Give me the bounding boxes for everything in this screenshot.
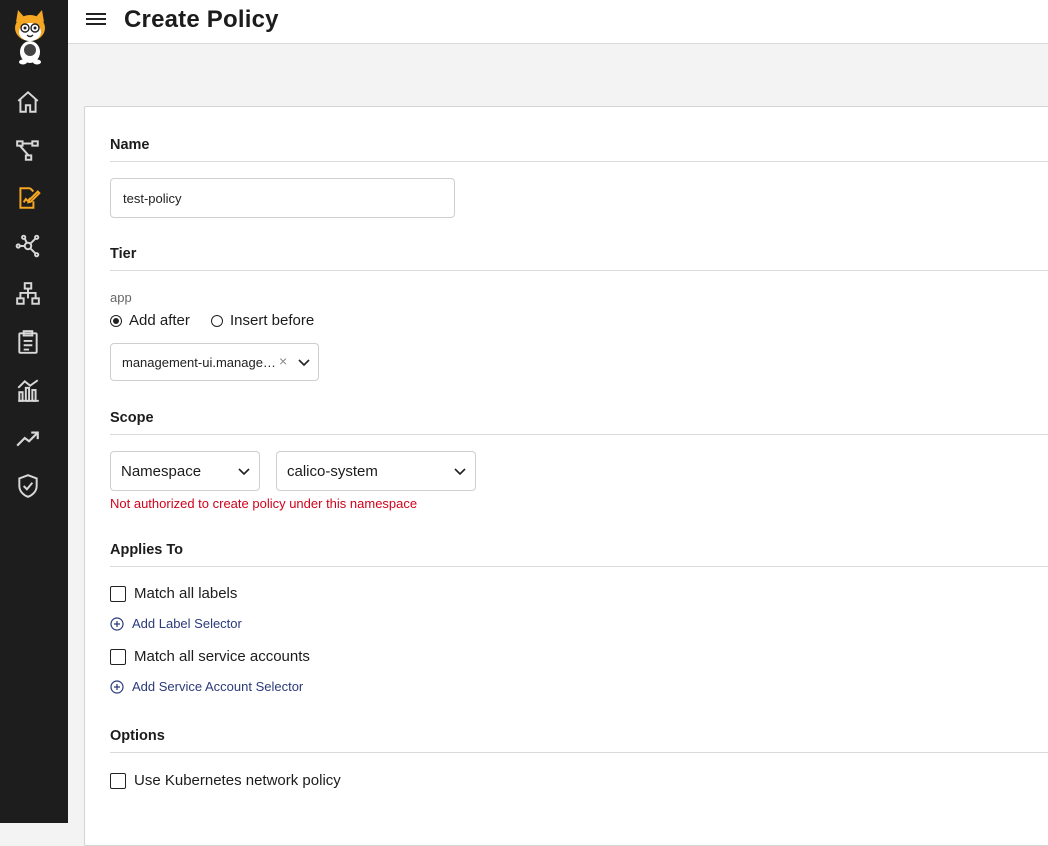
checkbox-icon[interactable]: [110, 648, 126, 665]
options-section-title: Options: [110, 728, 165, 744]
topology-icon[interactable]: [14, 136, 42, 164]
add-after-label: Add after: [129, 312, 190, 329]
network-graph-icon[interactable]: [14, 232, 42, 260]
chevron-down-icon[interactable]: [453, 464, 467, 478]
add-service-account-selector-link[interactable]: Add Service Account Selector: [110, 679, 303, 694]
add-label-selector-label: Add Label Selector: [132, 616, 242, 631]
scope-type-select[interactable]: Namespace: [110, 451, 260, 491]
page-title: Create Policy: [124, 6, 279, 33]
clipboard-icon[interactable]: [14, 328, 42, 356]
home-icon[interactable]: [14, 88, 42, 116]
chevron-down-icon[interactable]: [297, 355, 311, 369]
clear-icon[interactable]: ×: [279, 353, 287, 369]
trend-up-icon[interactable]: [14, 424, 42, 452]
divider: [110, 270, 1048, 271]
add-after-radio[interactable]: Add after: [110, 312, 190, 329]
radio-unchecked-icon[interactable]: [211, 314, 223, 327]
add-label-selector-link[interactable]: Add Label Selector: [110, 616, 242, 631]
sidebar: [0, 0, 68, 823]
policy-edit-icon[interactable]: [14, 184, 42, 212]
chevron-down-icon[interactable]: [237, 464, 251, 478]
bar-chart-icon[interactable]: [14, 376, 42, 404]
shield-check-icon[interactable]: [14, 472, 42, 500]
scope-section-title: Scope: [110, 410, 154, 426]
divider: [110, 434, 1048, 435]
divider: [110, 566, 1048, 567]
policy-order-select[interactable]: management-ui.management-ui ×: [110, 343, 319, 381]
use-kubernetes-network-policy-checkbox[interactable]: Use Kubernetes network policy: [110, 772, 341, 789]
use-kubernetes-network-policy-label: Use Kubernetes network policy: [134, 772, 341, 789]
match-all-labels-checkbox[interactable]: Match all labels: [110, 585, 237, 602]
plus-circle-icon: [110, 616, 124, 631]
insert-before-label: Insert before: [230, 312, 315, 329]
hierarchy-icon[interactable]: [14, 280, 42, 308]
selected-policy-value: management-ui.management-ui: [122, 355, 277, 370]
add-service-account-selector-label: Add Service Account Selector: [132, 679, 304, 694]
name-section-title: Name: [110, 137, 150, 153]
namespace-select[interactable]: calico-system: [276, 451, 476, 491]
hamburger-menu-icon[interactable]: [86, 10, 108, 32]
match-all-service-accounts-checkbox[interactable]: Match all service accounts: [110, 648, 310, 665]
scope-type-value: Namespace: [121, 463, 202, 480]
current-tier-label: app: [110, 290, 132, 305]
match-all-labels-label: Match all labels: [134, 585, 238, 602]
match-all-service-accounts-label: Match all service accounts: [134, 648, 310, 665]
plus-circle-icon: [110, 679, 124, 694]
calico-cat-logo[interactable]: [8, 8, 52, 66]
checkbox-icon[interactable]: [110, 585, 126, 602]
divider: [110, 752, 1048, 753]
namespace-value: calico-system: [287, 463, 378, 480]
top-bar: Create Policy: [68, 0, 1048, 44]
checkbox-icon[interactable]: [110, 772, 126, 789]
insert-before-radio[interactable]: Insert before: [211, 312, 314, 329]
radio-checked-icon[interactable]: [110, 314, 122, 327]
scope-error-message: Not authorized to create policy under th…: [110, 496, 418, 511]
applies-to-section-title: Applies To: [110, 542, 184, 558]
divider: [110, 161, 1048, 162]
tier-section-title: Tier: [110, 246, 137, 262]
policy-name-input[interactable]: [110, 178, 455, 218]
